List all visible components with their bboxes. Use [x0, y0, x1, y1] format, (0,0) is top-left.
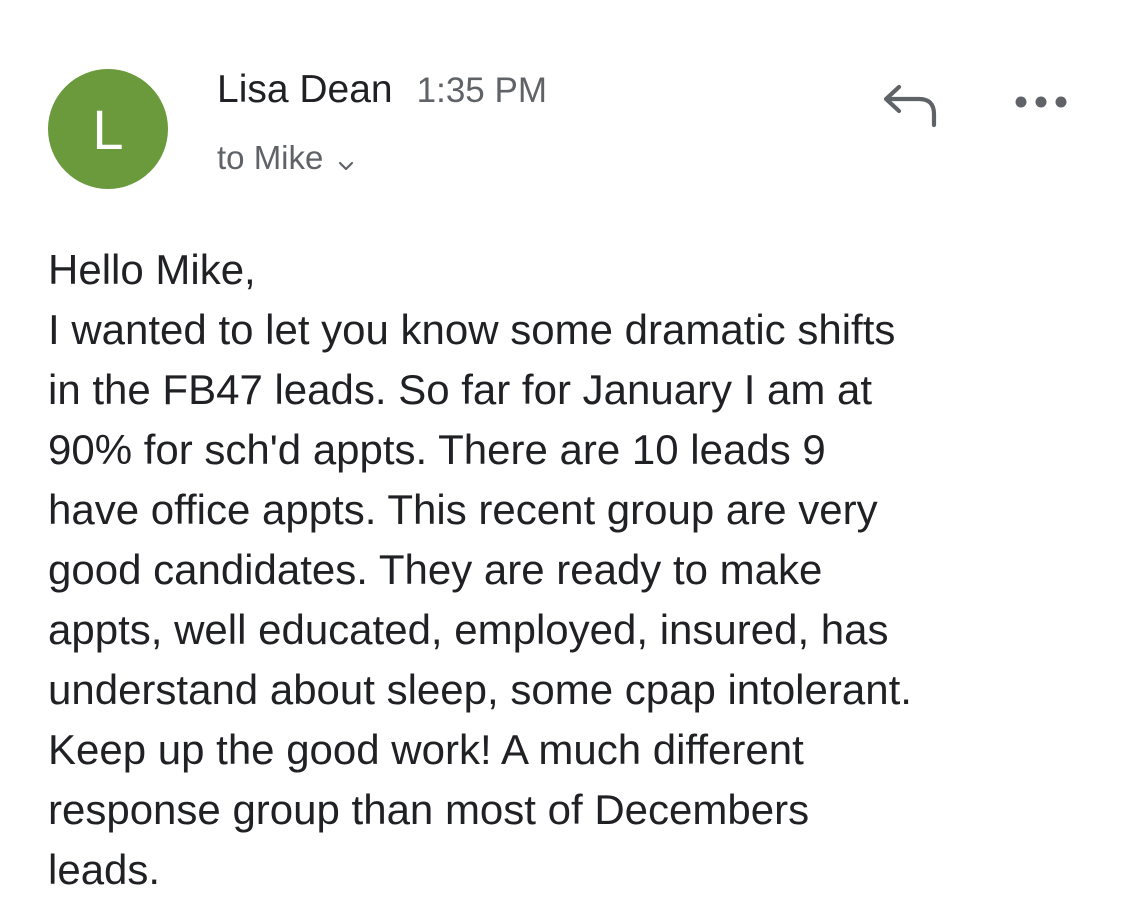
more-options-button[interactable] [1010, 84, 1072, 124]
body-line: have office appts. This recent group are… [48, 486, 878, 533]
avatar[interactable]: L [48, 69, 168, 189]
reply-button[interactable] [876, 78, 942, 134]
recipient-text: to Mike [217, 139, 324, 176]
body-line: I wanted to let you know some dramatic s… [48, 306, 896, 353]
body-line: 90% for sch'd appts. There are 10 leads … [48, 426, 826, 473]
body-line: in the FB47 leads. So far for January I … [48, 366, 873, 413]
body-line: appts, well educated, employed, insured,… [48, 606, 889, 653]
more-options-icon [1013, 94, 1069, 115]
body-line: response group than most of Decembers [48, 786, 810, 833]
sender-line: Lisa Dean 1:35 PM [217, 68, 547, 112]
message-header: L Lisa Dean 1:35 PM to Mike [0, 0, 1125, 210]
reply-icon [879, 79, 939, 134]
body-line: Hello Mike, [48, 246, 256, 293]
sender-name[interactable]: Lisa Dean [217, 68, 393, 112]
message-body: Hello Mike, I wanted to let you know som… [48, 240, 1108, 900]
recipient-details-toggle[interactable]: to Mike [217, 138, 357, 178]
body-line: understand about sleep, some cpap intole… [48, 666, 912, 713]
body-line: Keep up the good work! A much different [48, 726, 804, 773]
sent-time: 1:35 PM [416, 71, 547, 110]
chevron-down-icon [335, 147, 357, 171]
body-line: leads. [48, 846, 161, 893]
body-line: good candidates. They are ready to make [48, 546, 823, 593]
avatar-initial: L [92, 97, 124, 161]
